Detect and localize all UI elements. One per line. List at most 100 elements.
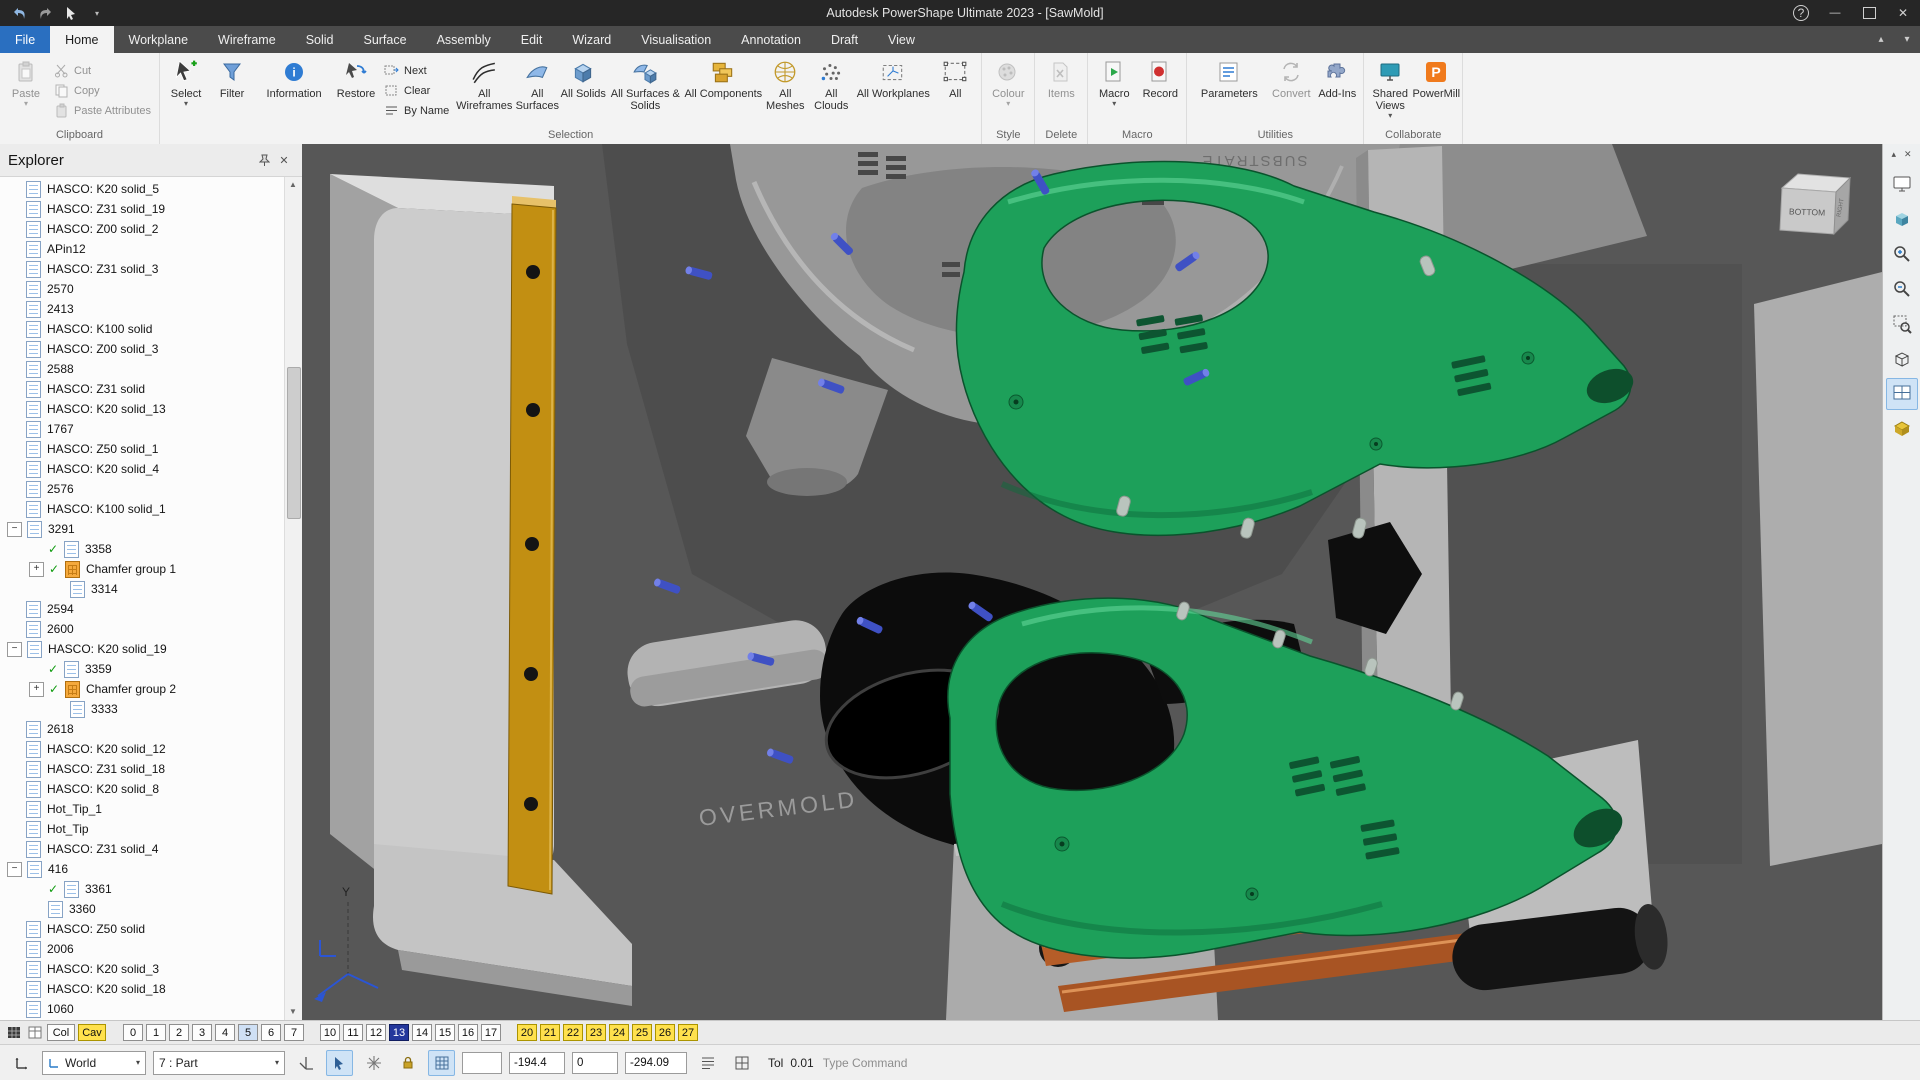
zoom-box-icon[interactable] [1886, 308, 1918, 340]
gold-bar-part[interactable] [507, 196, 557, 895]
menu-tab[interactable]: File [0, 26, 51, 53]
level-button[interactable]: 16 [458, 1024, 478, 1041]
coordinate-y-field[interactable] [572, 1051, 618, 1074]
cut-button[interactable]: Cut [51, 61, 154, 80]
cav-button[interactable]: Cav [78, 1024, 106, 1041]
tree-item[interactable]: 3314 [0, 579, 285, 599]
expander-icon[interactable] [7, 641, 22, 657]
paste-attributes-button[interactable]: Paste Attributes [51, 101, 154, 120]
part-select[interactable]: 7 : Part [153, 1050, 285, 1075]
tree-item[interactable]: 2594 [0, 599, 285, 619]
tree-item[interactable]: Chamfer group 1 [0, 559, 285, 579]
menu-tab[interactable]: Edit [506, 26, 558, 53]
all-surfaces-solids-button[interactable]: All Surfaces & Solids [606, 54, 684, 127]
menu-tab[interactable]: Visualisation [626, 26, 726, 53]
coordinate-x-field[interactable] [509, 1051, 565, 1074]
tree-item[interactable]: HASCO: Z50 solid_1 [0, 439, 285, 459]
panel-collapse-icon[interactable] [1891, 149, 1896, 160]
all-solids-button[interactable]: All Solids [560, 54, 606, 127]
menu-tab[interactable]: Surface [348, 26, 421, 53]
viewport-3d-scene[interactable]: SUBSTRATE OVERMOLD Y BOTTOM RIGHT [302, 144, 1882, 1020]
tree-item[interactable]: Hot_Tip [0, 819, 285, 839]
tree-item[interactable]: HASCO: K20 solid_13 [0, 399, 285, 419]
col-button[interactable]: Col [47, 1024, 75, 1041]
all-wireframes-button[interactable]: All Wireframes [454, 54, 514, 127]
menu-tab[interactable]: Annotation [726, 26, 816, 53]
maximize-button[interactable] [1852, 0, 1886, 26]
close-button[interactable] [1886, 0, 1920, 26]
parameters-button[interactable]: Parameters [1190, 54, 1268, 127]
tree-item[interactable]: 3358 [0, 539, 285, 559]
zoom-in-icon[interactable] [1886, 238, 1918, 270]
tree-item[interactable]: 1060 [0, 999, 285, 1019]
expander-icon[interactable] [29, 681, 44, 697]
menu-tab[interactable]: View [873, 26, 930, 53]
absolute-coords-icon[interactable] [694, 1050, 721, 1076]
expander-icon[interactable] [7, 521, 22, 537]
tree-item[interactable]: 2570 [0, 279, 285, 299]
convert-button[interactable]: Convert [1268, 54, 1314, 127]
tree-item[interactable]: HASCO: Z50 solid [0, 919, 285, 939]
scroll-up-icon[interactable] [285, 177, 301, 193]
level-button[interactable]: 13 [389, 1024, 409, 1041]
minimize-button[interactable] [1818, 0, 1852, 26]
all-components-button[interactable]: All Components [684, 54, 762, 127]
tree-item[interactable]: HASCO: Z00 solid_3 [0, 339, 285, 359]
add-ins-button[interactable]: Add-Ins [1314, 54, 1360, 127]
level-button[interactable]: 12 [366, 1024, 386, 1041]
mold-plate-right[interactable] [1754, 272, 1882, 866]
refresh-display-icon[interactable] [1886, 168, 1918, 200]
level-button[interactable]: 27 [678, 1024, 698, 1041]
expander-icon[interactable] [7, 861, 22, 877]
tree-item[interactable]: HASCO: Z31 solid [0, 379, 285, 399]
tree-item[interactable]: 2006 [0, 939, 285, 959]
quick-access-caret-icon[interactable] [88, 5, 106, 21]
tree-item[interactable]: 3359 [0, 659, 285, 679]
record-button[interactable]: Record [1137, 54, 1183, 127]
level-button[interactable]: 6 [261, 1024, 281, 1041]
tolerance-value[interactable]: 0.01 [790, 1056, 813, 1070]
level-button[interactable]: 22 [563, 1024, 583, 1041]
all-meshes-button[interactable]: All Meshes [762, 54, 808, 127]
coordinate-blank-field[interactable] [462, 1051, 502, 1074]
panel-close-icon[interactable]: ✕ [274, 151, 294, 169]
help-icon[interactable] [1784, 0, 1818, 26]
tree-item[interactable]: HASCO: K20 solid_3 [0, 959, 285, 979]
tree-item[interactable]: HASCO: Z31 solid_19 [0, 199, 285, 219]
menu-tab[interactable]: Workplane [114, 26, 204, 53]
grid-icon[interactable] [428, 1049, 455, 1076]
panel-close-icon[interactable]: ✕ [1904, 149, 1912, 160]
command-input[interactable] [820, 1054, 1912, 1071]
tree-item[interactable]: 3360 [0, 899, 285, 919]
tree-item[interactable]: Hot_Tip_1 [0, 799, 285, 819]
select-tool-icon[interactable] [62, 5, 80, 21]
tree-item[interactable]: HASCO: Z00 solid_2 [0, 219, 285, 239]
level-button[interactable]: 3 [192, 1024, 212, 1041]
menu-tab[interactable]: Home [50, 26, 114, 53]
tree-item[interactable]: APin12 [0, 239, 285, 259]
level-button[interactable]: 7 [284, 1024, 304, 1041]
tree-item[interactable]: HASCO: K20 solid_19 [0, 639, 285, 659]
tree-item[interactable]: HASCO: K20 solid_8 [0, 779, 285, 799]
tree-item[interactable]: 416 [0, 859, 285, 879]
tree-item[interactable]: 3361 [0, 879, 285, 899]
workplane-axes-icon[interactable] [8, 1050, 35, 1076]
tree-item[interactable]: HASCO: K20 solid_4 [0, 459, 285, 479]
menu-tab[interactable]: Wizard [557, 26, 626, 53]
menu-tab[interactable]: Solid [291, 26, 349, 53]
tree-item[interactable]: HASCO: K20 solid_5 [0, 179, 285, 199]
shared-views-button[interactable]: Shared Views [1367, 54, 1413, 127]
panel-pin-icon[interactable] [254, 151, 274, 169]
relative-coords-icon[interactable] [728, 1050, 755, 1076]
tree-item[interactable]: HASCO: K100 solid_1 [0, 499, 285, 519]
tree-item[interactable]: HASCO: K20 solid_18 [0, 979, 285, 999]
level-button[interactable]: 25 [632, 1024, 652, 1041]
lock-icon[interactable] [394, 1050, 421, 1076]
tree-item[interactable]: 2600 [0, 619, 285, 639]
level-button[interactable]: 15 [435, 1024, 455, 1041]
wireframe-view-icon[interactable] [1886, 343, 1918, 375]
level-button[interactable]: 20 [517, 1024, 537, 1041]
level-button[interactable]: 24 [609, 1024, 629, 1041]
explorer-scrollbar[interactable] [284, 177, 302, 1020]
level-button[interactable]: 5 [238, 1024, 258, 1041]
